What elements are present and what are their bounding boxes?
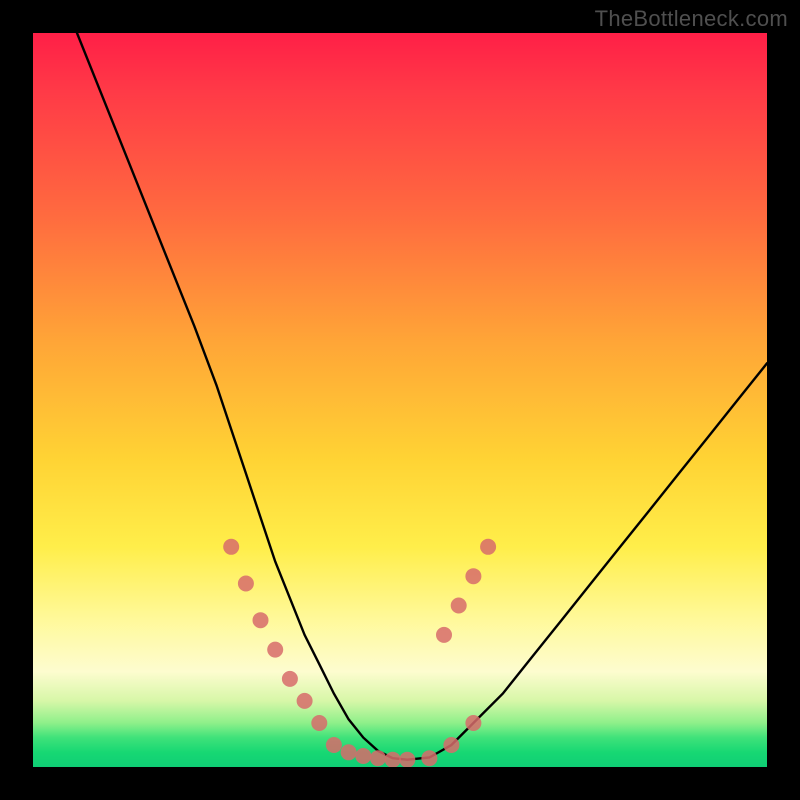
- highlight-marker: [443, 737, 459, 753]
- highlight-marker: [223, 539, 239, 555]
- highlight-marker: [385, 752, 401, 767]
- highlight-marker: [465, 715, 481, 731]
- highlight-marker: [238, 576, 254, 592]
- chart-frame: TheBottleneck.com: [0, 0, 800, 800]
- highlight-marker: [436, 627, 452, 643]
- bottleneck-curve: [77, 33, 767, 760]
- highlight-marker: [297, 693, 313, 709]
- highlight-marker: [326, 737, 342, 753]
- highlight-marker: [370, 750, 386, 766]
- highlight-marker: [267, 642, 283, 658]
- watermark-text: TheBottleneck.com: [595, 6, 788, 32]
- highlight-marker: [355, 748, 371, 764]
- highlight-marker: [311, 715, 327, 731]
- highlight-marker: [480, 539, 496, 555]
- highlight-marker: [282, 671, 298, 687]
- highlight-marker: [451, 598, 467, 614]
- highlight-marker: [421, 750, 437, 766]
- highlight-marker: [399, 752, 415, 767]
- highlight-marker: [253, 612, 269, 628]
- highlight-marker: [341, 744, 357, 760]
- highlight-marker: [465, 568, 481, 584]
- chart-overlay: [33, 33, 767, 767]
